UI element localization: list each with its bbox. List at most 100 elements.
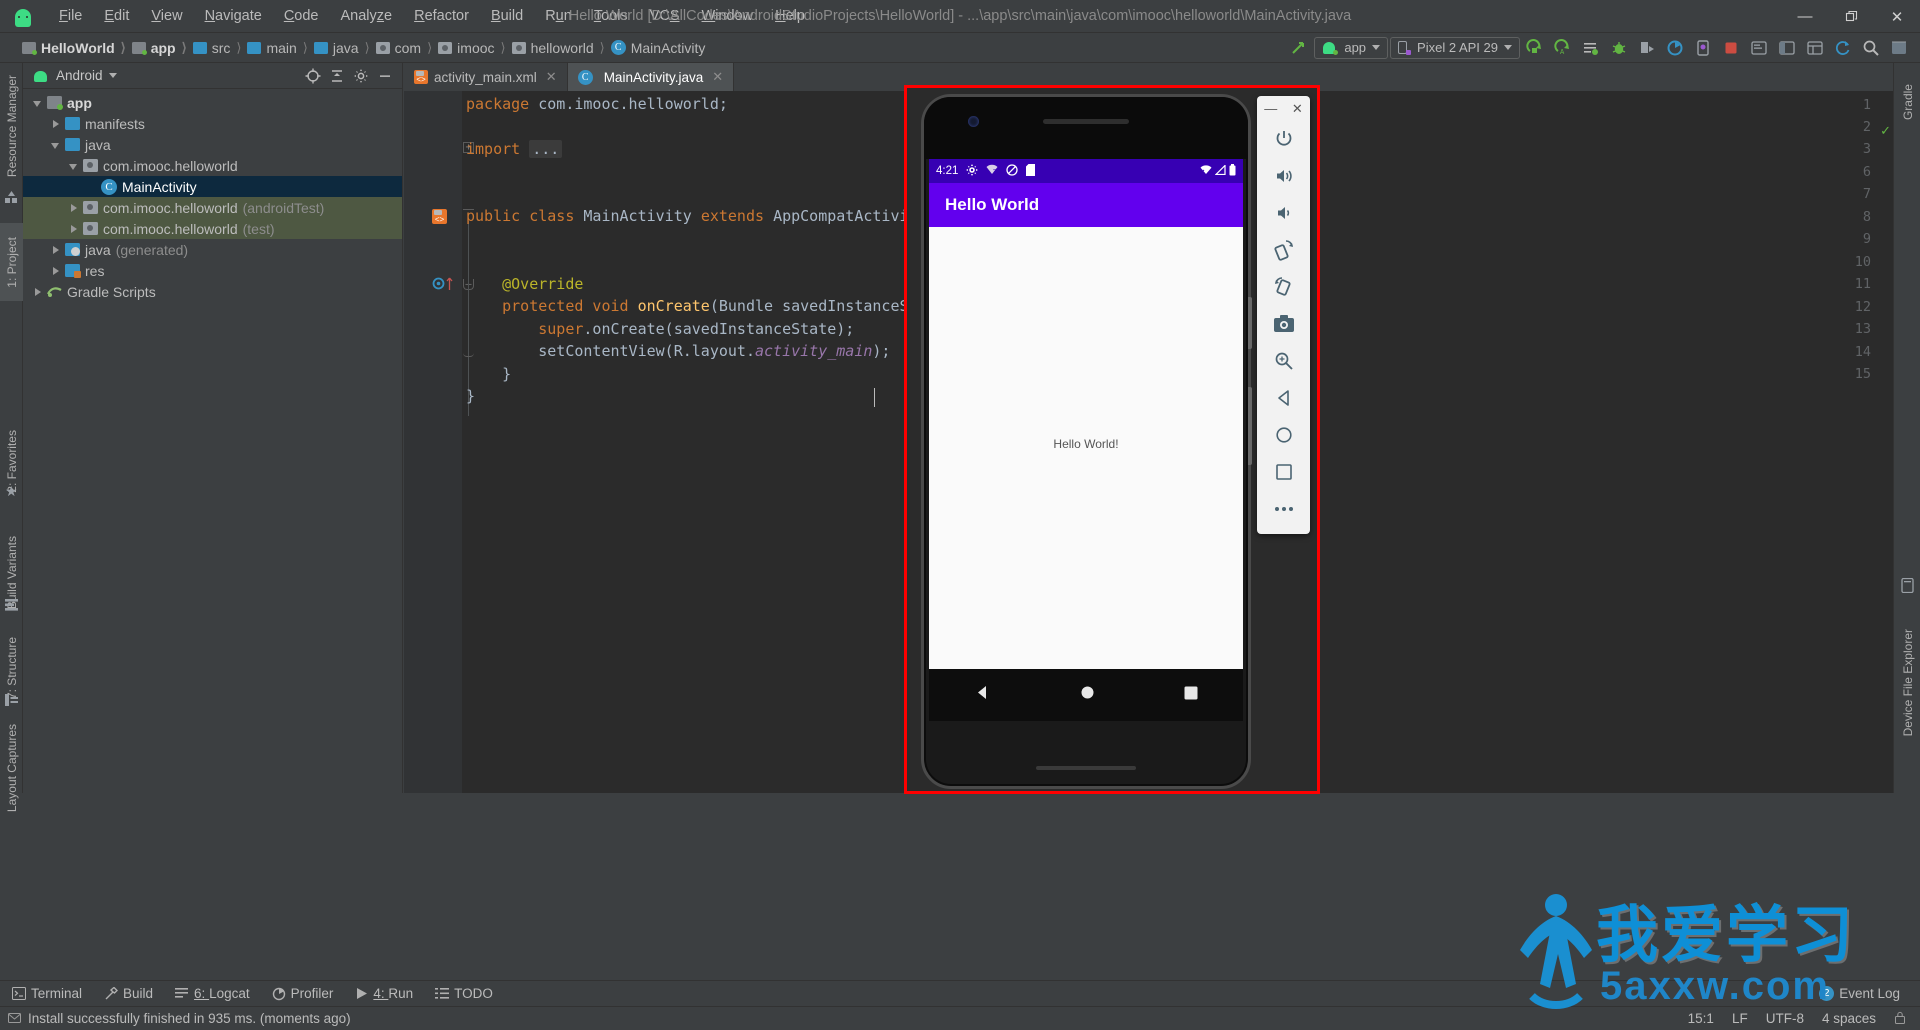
menu-edit[interactable]: Edit xyxy=(93,4,140,28)
home-icon[interactable] xyxy=(1262,416,1306,453)
chevron-down-icon[interactable] xyxy=(67,159,81,173)
hide-panel-icon[interactable] xyxy=(374,65,396,87)
breadcrumb-mainactivity[interactable]: C MainActivity xyxy=(610,40,705,56)
screenshot-icon[interactable] xyxy=(1262,305,1306,342)
inspection-ok-icon[interactable]: ✓ xyxy=(1880,123,1891,139)
rail-project[interactable]: 1: Project xyxy=(0,223,23,301)
menu-tools[interactable]: Tools xyxy=(583,4,639,28)
tree-node-java-generated[interactable]: java (generated) xyxy=(23,239,402,260)
chevron-right-icon[interactable] xyxy=(49,117,63,131)
tree-node-java[interactable]: java xyxy=(23,134,402,155)
breadcrumb-helloworld[interactable]: HelloWorld ⟩ xyxy=(22,40,132,56)
volume-up-icon[interactable] xyxy=(1262,157,1306,194)
back-icon[interactable] xyxy=(974,684,991,706)
chevron-right-icon[interactable] xyxy=(49,264,63,278)
menu-build[interactable]: Build xyxy=(480,4,534,28)
rail-device-file-explorer[interactable]: Device File Explorer xyxy=(1894,603,1920,763)
tree-node-gradle-scripts[interactable]: Gradle Scripts xyxy=(23,281,402,302)
message-icon[interactable] xyxy=(8,1012,21,1028)
home-icon[interactable] xyxy=(1080,685,1095,705)
override-gutter-icon[interactable] xyxy=(432,277,453,290)
menu-file[interactable]: File xyxy=(48,4,93,28)
close-icon[interactable]: ✕ xyxy=(546,69,557,85)
layout-inspector-button[interactable] xyxy=(1802,35,1828,61)
attach-debugger-button[interactable] xyxy=(1634,35,1660,61)
close-button[interactable]: ✕ xyxy=(1874,0,1920,33)
menu-help[interactable]: Help xyxy=(764,4,816,28)
chevron-right-icon[interactable] xyxy=(67,201,81,215)
avd-manager-button[interactable] xyxy=(1690,35,1716,61)
emulator-close-button[interactable]: ✕ xyxy=(1292,102,1303,115)
chevron-down-icon[interactable] xyxy=(31,96,45,110)
bottom-build-button[interactable]: Build xyxy=(94,983,163,1004)
menu-refactor[interactable]: Refactor xyxy=(403,4,480,28)
help-icon[interactable] xyxy=(1886,35,1912,61)
make-project-icon[interactable] xyxy=(1286,35,1312,61)
bottom-todo-button[interactable]: TODO xyxy=(425,983,503,1004)
run-configuration-selector[interactable]: app xyxy=(1314,36,1389,59)
menu-analyze[interactable]: Analyze xyxy=(330,4,404,28)
tree-node-package-test[interactable]: com.imooc.helloworld (test) xyxy=(23,218,402,239)
emulator-device-frame[interactable]: 4:21 ? Hello World Hello World! xyxy=(921,94,1252,789)
breadcrumb-src[interactable]: src ⟩ xyxy=(192,40,248,56)
bottom-profiler-button[interactable]: Profiler xyxy=(262,983,344,1004)
event-log-button[interactable]: 2 Event Log xyxy=(1809,983,1910,1004)
rotate-right-icon[interactable] xyxy=(1262,268,1306,305)
bottom-logcat-button[interactable]: 6: Logcat xyxy=(165,983,260,1004)
menu-window[interactable]: Window xyxy=(691,4,765,28)
back-icon[interactable] xyxy=(1262,379,1306,416)
profiler-button[interactable] xyxy=(1662,35,1688,61)
apply-code-changes-button[interactable] xyxy=(1578,35,1604,61)
indent-setting[interactable]: 4 spaces xyxy=(1822,1011,1876,1026)
xml-layout-gutter-icon[interactable]: <> xyxy=(432,209,447,224)
emulator-minimize-button[interactable]: — xyxy=(1264,102,1277,115)
file-encoding[interactable]: UTF-8 xyxy=(1766,1011,1804,1026)
breadcrumb-com[interactable]: com ⟩ xyxy=(375,40,439,56)
minimize-button[interactable]: — xyxy=(1782,0,1828,33)
maximize-restore-button[interactable] xyxy=(1828,0,1874,33)
power-icon[interactable] xyxy=(1262,120,1306,157)
breadcrumb-main[interactable]: main ⟩ xyxy=(247,40,313,56)
tree-node-package-main[interactable]: com.imooc.helloworld xyxy=(23,155,402,176)
run-button[interactable] xyxy=(1522,35,1548,61)
rail-layout-captures[interactable]: Layout Captures xyxy=(0,713,23,823)
rotate-left-icon[interactable] xyxy=(1262,231,1306,268)
editor-gutter[interactable] xyxy=(404,91,462,793)
sync-gradle-button[interactable] xyxy=(1830,35,1856,61)
chevron-right-icon[interactable] xyxy=(49,243,63,257)
project-structure-button[interactable] xyxy=(1774,35,1800,61)
stop-button[interactable] xyxy=(1718,35,1744,61)
editor-scrollbar[interactable]: ✓ xyxy=(1880,119,1893,793)
tree-node-res[interactable]: res xyxy=(23,260,402,281)
tree-node-mainactivity[interactable]: C MainActivity xyxy=(23,176,402,197)
volume-down-icon[interactable] xyxy=(1262,194,1306,231)
target-icon[interactable] xyxy=(302,65,324,87)
tab-activity-main-xml[interactable]: <> activity_main.xml ✕ xyxy=(404,63,568,91)
tree-node-app[interactable]: app xyxy=(23,92,402,113)
menu-view[interactable]: View xyxy=(140,4,193,28)
collapsed-imports[interactable]: ... xyxy=(529,140,563,158)
menu-run[interactable]: Run xyxy=(534,4,583,28)
breadcrumb-app[interactable]: app ⟩ xyxy=(131,40,193,56)
tree-node-manifests[interactable]: manifests xyxy=(23,113,402,134)
breadcrumb-java[interactable]: java ⟩ xyxy=(313,40,376,56)
gear-icon[interactable] xyxy=(350,65,372,87)
menu-vcs[interactable]: VCS xyxy=(639,4,691,28)
chevron-down-icon[interactable] xyxy=(49,138,63,152)
bottom-run-button[interactable]: 4: Run xyxy=(345,983,423,1004)
lock-icon[interactable] xyxy=(1894,1011,1906,1027)
zoom-icon[interactable] xyxy=(1262,342,1306,379)
more-icon[interactable] xyxy=(1262,490,1306,527)
close-icon[interactable]: ✕ xyxy=(712,69,723,85)
debug-button[interactable] xyxy=(1606,35,1632,61)
overview-icon[interactable] xyxy=(1262,453,1306,490)
sdk-manager-button[interactable] xyxy=(1746,35,1772,61)
rail-gradle[interactable]: Gradle xyxy=(1894,69,1920,135)
chevron-down-icon[interactable] xyxy=(108,73,117,78)
android-app-content[interactable]: Hello World! xyxy=(929,227,1243,669)
caret-position[interactable]: 15:1 xyxy=(1688,1011,1714,1026)
breadcrumb-helloworld-pkg[interactable]: helloworld ⟩ xyxy=(511,40,611,56)
line-separator[interactable]: LF xyxy=(1732,1011,1748,1026)
menu-navigate[interactable]: Navigate xyxy=(194,4,273,28)
emulator-screen[interactable]: 4:21 ? Hello World Hello World! xyxy=(929,159,1243,669)
